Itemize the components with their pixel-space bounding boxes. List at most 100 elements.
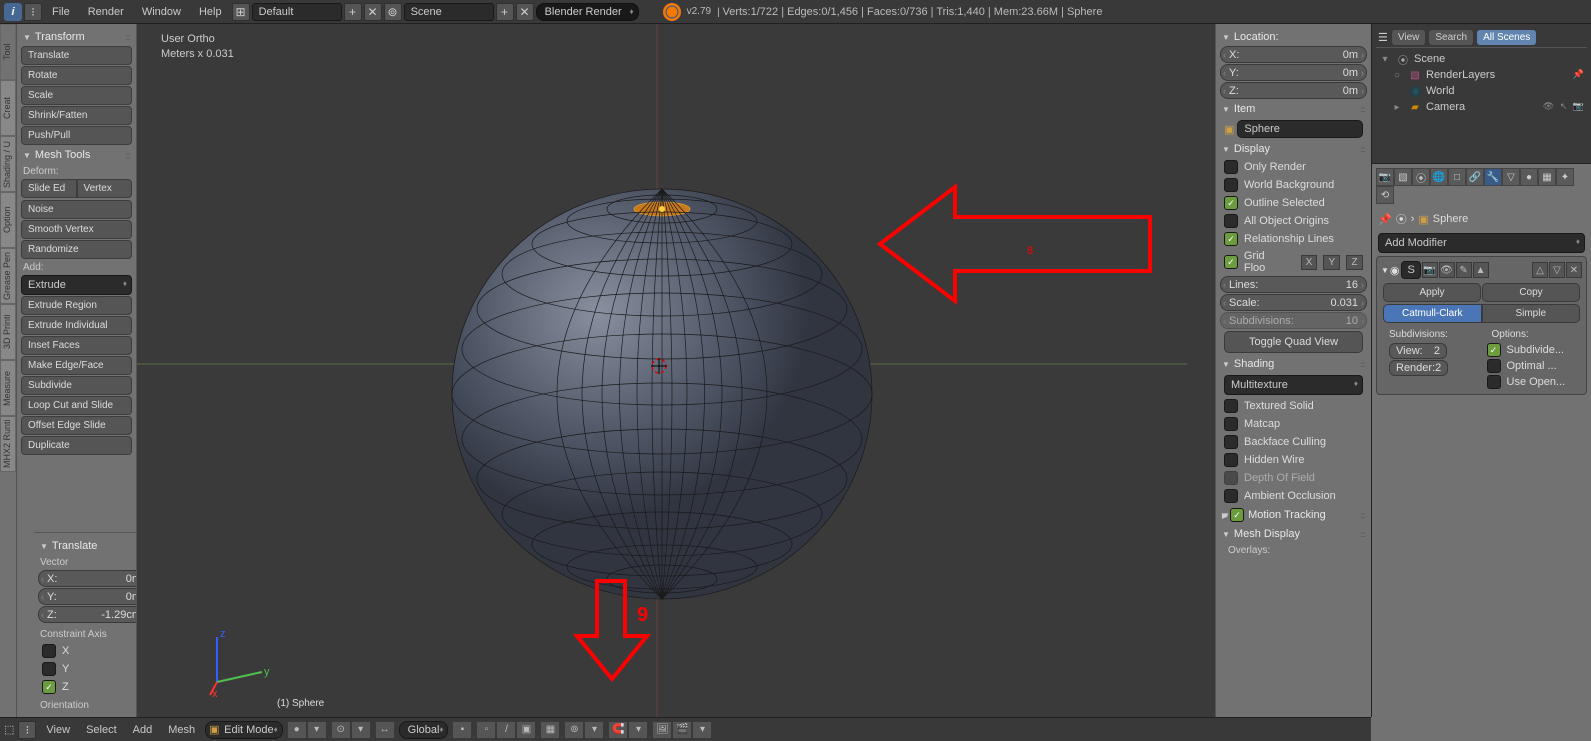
proptab-material-icon[interactable]: ●	[1520, 168, 1538, 186]
grid-floor-check[interactable]	[1224, 255, 1238, 269]
limit-selection-icon[interactable]: ▦	[540, 721, 560, 739]
rl-pin-icon[interactable]: 📌	[1572, 69, 1585, 82]
constraint-z-check[interactable]	[42, 680, 56, 694]
mod-editmode-toggle-icon[interactable]: ✎	[1456, 262, 1472, 278]
mod-moveup-icon[interactable]: △	[1532, 262, 1548, 278]
scene-delete-icon[interactable]: ✕	[516, 3, 534, 21]
item-name-field[interactable]: Sphere	[1237, 120, 1363, 138]
shrinkfatten-button[interactable]: Shrink/Fatten	[21, 106, 132, 125]
pivot-menu-icon[interactable]: ▾	[351, 721, 371, 739]
3d-viewport[interactable]: User Ortho Meters x 0.031	[137, 24, 1216, 717]
menu-render[interactable]: Render	[80, 3, 132, 21]
mod-catmull-button[interactable]: Catmull-Clark	[1383, 304, 1482, 323]
layout-selector[interactable]: Default	[252, 3, 342, 21]
op-z-field[interactable]: Z:-1.29cm	[38, 606, 137, 623]
vtab-mhx2[interactable]: MHX2 Runti	[0, 416, 16, 472]
subdiv-render-field[interactable]: Render:2	[1389, 360, 1448, 376]
translate-button[interactable]: Translate	[21, 46, 132, 65]
proptab-world-icon[interactable]: 🌐	[1430, 168, 1448, 186]
cam-restrict-select-icon[interactable]: ↖	[1557, 101, 1570, 114]
meshtools-header[interactable]: Mesh Tools::::	[21, 146, 132, 164]
shading-header[interactable]: Shading::::	[1220, 355, 1367, 373]
mod-viewport-toggle-icon[interactable]: 👁	[1439, 262, 1455, 278]
proptab-texture-icon[interactable]: ▦	[1538, 168, 1556, 186]
proptab-particles-icon[interactable]: ✦	[1556, 168, 1574, 186]
constraint-y-check[interactable]	[42, 662, 56, 676]
info-icon[interactable]: i	[4, 3, 22, 21]
opengl-render-anim-icon[interactable]: 🎬	[672, 721, 692, 739]
location-header[interactable]: Location:	[1220, 28, 1367, 46]
display-header[interactable]: Display::::	[1220, 140, 1367, 158]
proptab-render-icon[interactable]: 📷	[1376, 168, 1394, 186]
manipulator-icon[interactable]: ↔	[375, 721, 395, 739]
subdiv-view-field[interactable]: View:2	[1389, 343, 1447, 359]
mod-delete-icon[interactable]: ✕	[1566, 262, 1582, 278]
mesh-display-header[interactable]: Mesh Display::::	[1220, 525, 1367, 543]
outliner-filter-dropdown[interactable]: All Scenes	[1477, 30, 1536, 45]
use-opensubdiv-check[interactable]	[1487, 375, 1501, 389]
scene-add-icon[interactable]: +	[496, 3, 514, 21]
snap-target-icon[interactable]: ▾	[628, 721, 648, 739]
shading-solid-icon[interactable]: ●	[287, 721, 307, 739]
motion-tracking-check[interactable]	[1230, 508, 1244, 522]
rotate-button[interactable]: Rotate	[21, 66, 132, 85]
layout-delete-icon[interactable]: ✕	[364, 3, 382, 21]
outline-selected-check[interactable]	[1224, 196, 1238, 210]
only-render-check[interactable]	[1224, 160, 1238, 174]
subdivide-uvs-check[interactable]	[1487, 343, 1501, 357]
vtab-measure[interactable]: Measure	[0, 360, 16, 416]
snap-icon[interactable]: 🧲	[608, 721, 628, 739]
outliner-editor-icon[interactable]: ☰	[1378, 31, 1388, 44]
tree-world[interactable]: World	[1376, 83, 1587, 99]
view-menu[interactable]: View	[40, 722, 76, 738]
layers-1-icon[interactable]: ▪	[452, 721, 472, 739]
loc-z-field[interactable]: Z:0m	[1220, 82, 1367, 99]
vtab-tool[interactable]: Tool	[0, 24, 16, 80]
mod-apply-button[interactable]: Apply	[1383, 283, 1481, 302]
mod-render-toggle-icon[interactable]: 📷	[1422, 262, 1438, 278]
world-bg-check[interactable]	[1224, 178, 1238, 192]
grid-scale-field[interactable]: Scale:0.031	[1220, 294, 1367, 311]
tree-scene[interactable]: ▾⦿Scene	[1376, 51, 1587, 67]
motion-tracking-header[interactable]: ▶ Motion Tracking::::	[1220, 505, 1367, 525]
face-select-icon[interactable]: ▣	[516, 721, 536, 739]
opengl-render-image-icon[interactable]: 🖼	[652, 721, 672, 739]
slide-vertex-button[interactable]: Vertex	[77, 179, 133, 198]
op-y-field[interactable]: Y:0m	[38, 588, 137, 605]
operator-header[interactable]: Translate	[38, 537, 137, 555]
grid-lines-field[interactable]: Lines:16	[1220, 276, 1367, 293]
prop-edit-falloff-icon[interactable]: ▾	[584, 721, 604, 739]
proptab-constraints-icon[interactable]: 🔗	[1466, 168, 1484, 186]
add-menu[interactable]: Add	[127, 722, 159, 738]
extrude-dropdown[interactable]: Extrude	[21, 275, 132, 295]
outliner-search-menu[interactable]: Search	[1429, 30, 1473, 45]
randomize-button[interactable]: Randomize	[21, 240, 132, 259]
proptab-data-icon[interactable]: ▽	[1502, 168, 1520, 186]
loc-x-field[interactable]: X:0m	[1220, 46, 1367, 63]
proptab-scene-icon[interactable]: ⦿	[1412, 168, 1430, 186]
duplicate-button[interactable]: Duplicate	[21, 436, 132, 455]
layout-browse-icon[interactable]: ⊞	[232, 3, 250, 21]
menu-help[interactable]: Help	[191, 3, 230, 21]
offset-edgeslide-button[interactable]: Offset Edge Slide	[21, 416, 132, 435]
expand-icon[interactable]: ⁝	[24, 3, 42, 21]
all-origins-check[interactable]	[1224, 214, 1238, 228]
proptab-object-icon[interactable]: □	[1448, 168, 1466, 186]
textured-solid-check[interactable]	[1224, 399, 1238, 413]
scale-button[interactable]: Scale	[21, 86, 132, 105]
mod-expand-icon[interactable]: ▼	[1381, 266, 1389, 275]
op-x-field[interactable]: X:0m	[38, 570, 137, 587]
inset-faces-button[interactable]: Inset Faces	[21, 336, 132, 355]
transform-header[interactable]: Transform::::	[21, 28, 132, 46]
pivot-icon[interactable]: ⊙	[331, 721, 351, 739]
extrude-individual-button[interactable]: Extrude Individual	[21, 316, 132, 335]
mode-dropdown[interactable]: ▣Edit Mode	[205, 721, 283, 739]
layout-add-icon[interactable]: +	[344, 3, 362, 21]
proptab-renderlayers-icon[interactable]: ▧	[1394, 168, 1412, 186]
grid-axis-z[interactable]: Z	[1346, 255, 1363, 270]
outliner-view-menu[interactable]: View	[1392, 30, 1426, 45]
scene-selector[interactable]: Scene	[404, 3, 494, 21]
noise-button[interactable]: Noise	[21, 200, 132, 219]
item-header[interactable]: Item::::	[1220, 100, 1367, 118]
relationship-lines-check[interactable]	[1224, 232, 1238, 246]
